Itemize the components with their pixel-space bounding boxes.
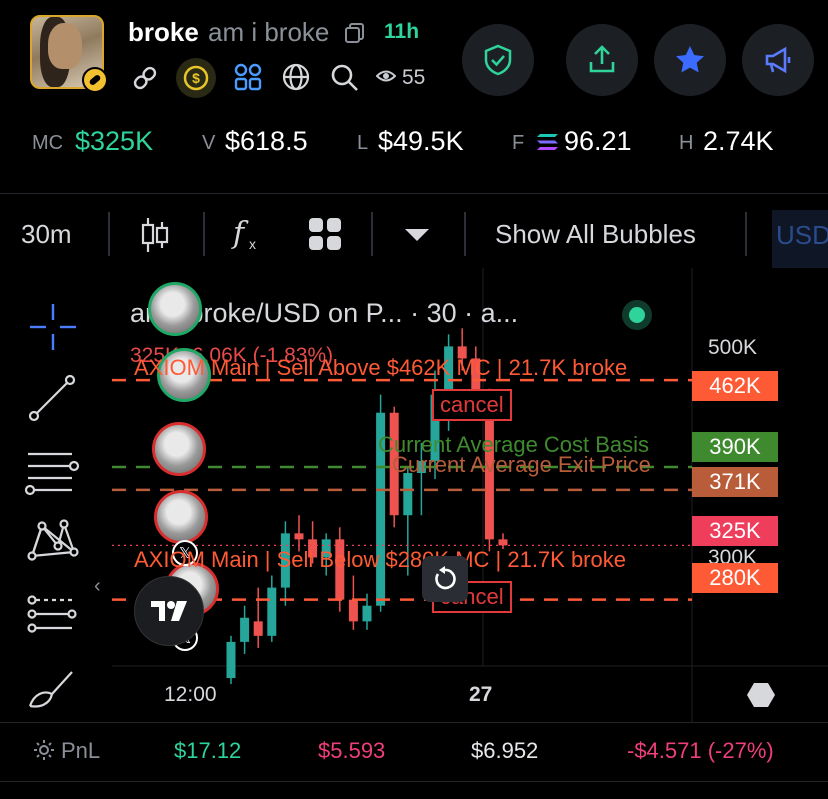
price-tag-cost-basis: 390K — [692, 432, 778, 462]
reset-chart-button[interactable] — [422, 556, 468, 602]
candle-body — [403, 473, 413, 516]
candle-body — [253, 621, 263, 636]
market-open-status-icon — [622, 300, 652, 330]
divider — [0, 722, 828, 723]
reset-icon — [435, 566, 456, 590]
candle-body — [267, 587, 277, 636]
candle-body — [226, 641, 236, 679]
candle-body — [348, 599, 358, 622]
pnl-holding: $6.952 — [471, 738, 539, 763]
chart-settings-hexagon-icon[interactable] — [746, 680, 776, 715]
candle-body — [362, 605, 372, 622]
candle-body — [240, 617, 250, 642]
sell-below-order-label: AXIOM Main | Sell Below $280K MC | 21.7K… — [134, 547, 626, 572]
sell-above-order-label: AXIOM Main | Sell Above $462K MC | 21.7K… — [134, 355, 628, 380]
candle-body — [294, 533, 304, 540]
y-axis-label: 500K — [708, 336, 758, 359]
gear-icon[interactable] — [33, 739, 55, 766]
price-tag-exit-price: 371K — [692, 467, 778, 497]
x-axis-label: 12:00 — [164, 683, 217, 706]
cancel-sell-above-button[interactable]: cancel — [432, 389, 512, 421]
pnl-sold: $5.593 — [318, 738, 386, 763]
pnl-total: -$4.571 (-27%) — [627, 738, 774, 763]
price-tag-current: 325K — [692, 516, 778, 546]
price-tag-sell-above: 462K — [692, 371, 778, 401]
trade-bubble[interactable] — [154, 490, 208, 544]
tradingview-logo-icon[interactable] — [134, 576, 204, 646]
trade-bubble[interactable] — [152, 422, 206, 476]
avg-exit-price-label: Current Average Exit Price — [392, 452, 651, 477]
divider — [0, 781, 828, 782]
trade-bubble[interactable] — [148, 282, 202, 336]
candle-body — [498, 539, 508, 546]
price-tag-sell-below: 280K — [692, 563, 778, 593]
pnl-bought: $17.12 — [174, 738, 242, 763]
pnl-label[interactable]: PnL — [61, 738, 100, 764]
x-axis-label: 27 — [469, 683, 493, 706]
